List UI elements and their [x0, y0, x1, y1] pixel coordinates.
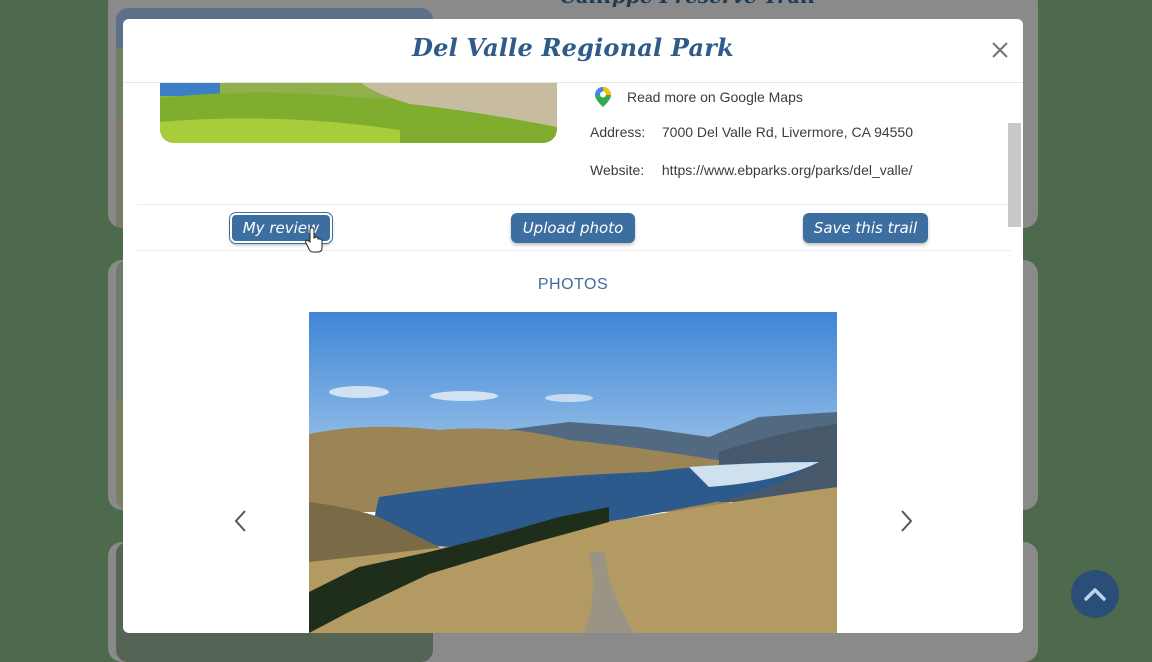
maps-link-label: Read more on Google Maps — [627, 89, 803, 105]
website-link[interactable]: https://www.ebparks.org/parks/del_valle/ — [662, 162, 913, 178]
address-label: Address: — [590, 124, 646, 140]
address-row: Address: 7000 Del Valle Rd, Livermore, C… — [590, 124, 913, 140]
trail-photo — [309, 312, 837, 633]
close-button[interactable] — [987, 37, 1013, 63]
my-review-button[interactable]: My review — [230, 213, 332, 243]
background-card-title: Callippe Preserve Trail — [108, 0, 1038, 8]
website-row: Website: https://www.ebparks.org/parks/d… — [590, 162, 912, 178]
previous-photo-button[interactable] — [226, 503, 256, 539]
next-photo-button[interactable] — [891, 503, 921, 539]
modal-header: Del Valle Regional Park — [123, 19, 1023, 83]
chevron-left-icon — [234, 510, 246, 532]
google-maps-pin-icon — [595, 87, 611, 107]
divider — [137, 250, 1011, 251]
address-value: 7000 Del Valle Rd, Livermore, CA 94550 — [661, 124, 913, 140]
modal-title: Del Valle Regional Park — [412, 33, 734, 62]
chevron-right-icon — [901, 510, 913, 532]
google-maps-link[interactable]: Read more on Google Maps — [593, 82, 803, 112]
photos-section-title: PHOTOS — [537, 276, 609, 293]
scrollbar-thumb[interactable] — [1008, 123, 1021, 227]
save-trail-button[interactable]: Save this trail — [803, 213, 928, 243]
modal-scrollbar[interactable] — [1007, 82, 1023, 633]
chevron-up-icon — [1084, 588, 1106, 601]
upload-photo-button[interactable]: Upload photo — [511, 213, 635, 243]
trail-detail-modal: Read more on Google Maps Address: 7000 D… — [123, 19, 1023, 633]
park-hero-image — [160, 82, 557, 143]
divider — [137, 204, 1011, 205]
scroll-to-top-button[interactable] — [1071, 570, 1119, 618]
website-label: Website: — [590, 162, 645, 178]
close-icon — [992, 42, 1008, 58]
